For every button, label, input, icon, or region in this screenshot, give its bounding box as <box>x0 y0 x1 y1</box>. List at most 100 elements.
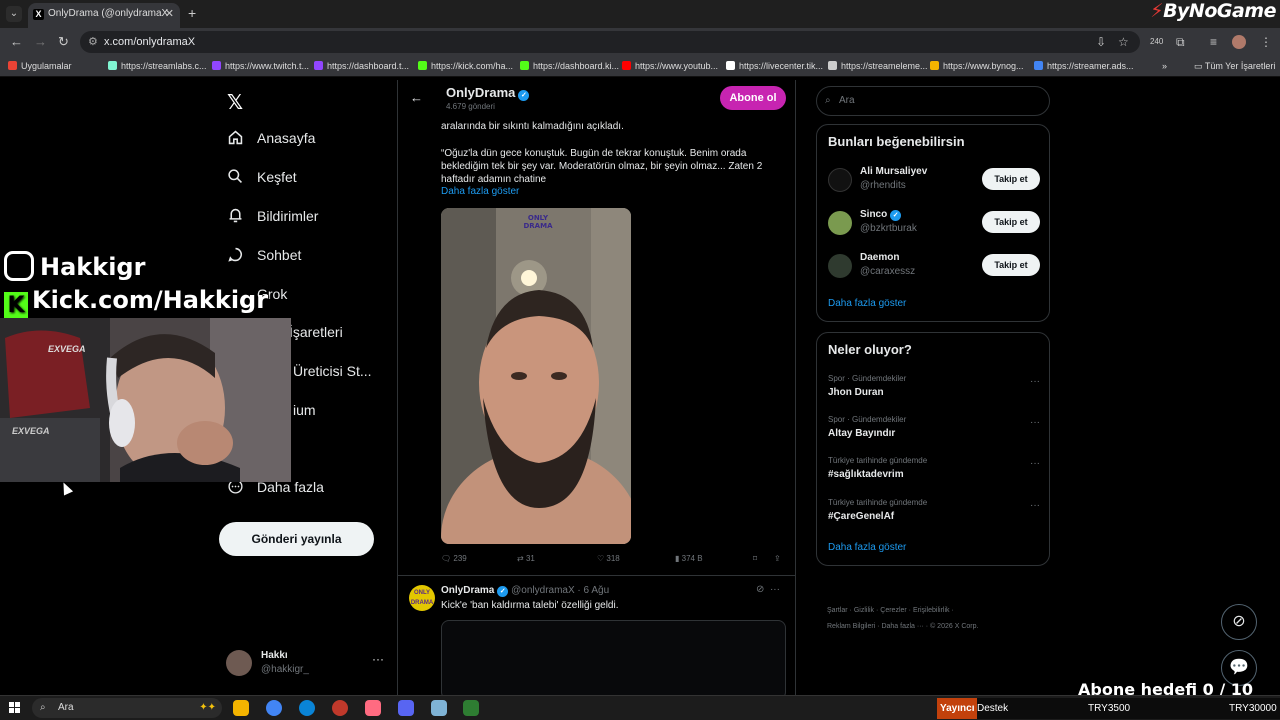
footer-links[interactable]: Şartlar · Gizlilik · Çerezler · Erişileb… <box>827 607 954 614</box>
panel-title: Bunları beğenebilirsin <box>828 134 965 149</box>
discord-icon[interactable] <box>398 700 414 716</box>
repost-count: 31 <box>525 554 535 563</box>
trend-item[interactable]: Türkiye tarihinde gündemde #sağlıktadevr… <box>828 456 1040 486</box>
show-more-link[interactable]: Daha fazla göster <box>828 542 906 553</box>
bookmark-item[interactable]: https://streameleme... <box>828 61 928 71</box>
file-explorer-icon[interactable] <box>233 700 249 716</box>
back-arrow-icon[interactable]: ← <box>10 34 23 49</box>
bookmark-star-icon[interactable]: ☆ <box>1118 35 1129 49</box>
show-more-link[interactable]: Daha fazla göster <box>828 298 906 309</box>
follow-button[interactable]: Takip et <box>982 254 1040 276</box>
extensions-puzzle-icon[interactable]: ⧉ <box>1176 35 1185 50</box>
nav-notifications[interactable]: Bildirimler <box>227 206 318 226</box>
bookmark-item[interactable]: https://streamer.ads... <box>1034 61 1134 71</box>
more-dots-icon[interactable]: ··· <box>1030 376 1040 387</box>
trend-item[interactable]: Türkiye tarihinde gündemde #ÇareGenelAf … <box>828 498 1040 528</box>
media-control-icon[interactable]: ≡ <box>1210 35 1217 49</box>
nav-home[interactable]: Anasayfa <box>227 128 315 148</box>
more-dots-icon[interactable]: ··· <box>372 652 384 666</box>
edge-icon[interactable] <box>299 700 315 716</box>
like-count: 318 <box>606 554 620 563</box>
share-icon[interactable]: ⇪ <box>774 554 781 563</box>
windows-start-icon[interactable] <box>9 702 21 714</box>
search-input[interactable]: ⌕ Ara <box>816 86 1050 116</box>
suggestion-item[interactable]: Ali Mursaliyev @rhendits Takip et <box>828 166 1040 196</box>
more-dots-icon[interactable]: ··· <box>1030 417 1040 428</box>
post-image[interactable]: ONLY DRAMA <box>441 208 631 544</box>
post-button[interactable]: Gönderi yayınla <box>219 522 374 556</box>
bookmark-item[interactable]: https://dashboard.ki... <box>520 61 619 71</box>
nav-premium[interactable]: ium <box>293 400 316 420</box>
suggestion-item[interactable]: Daemon @caraxessz Takip et <box>828 252 1040 282</box>
subscribe-button[interactable]: Abone ol <box>720 86 786 110</box>
reply-button[interactable]: 🗨 239 <box>441 554 467 563</box>
reload-icon[interactable]: ↻ <box>58 34 69 50</box>
browser-tab[interactable]: X OnlyDrama (@onlydramaX ✕ <box>28 3 180 28</box>
bookmarks-overflow-icon[interactable]: » <box>1162 61 1167 71</box>
grok-fab-icon[interactable]: ⊘ <box>1221 604 1257 640</box>
bookmark-item[interactable]: https://www.twitch.t... <box>212 61 309 71</box>
view-count: 374 B <box>681 554 703 563</box>
bookmark-item[interactable]: https://www.bynog... <box>930 61 1024 71</box>
app-icon-green[interactable] <box>463 700 479 716</box>
x-logo-icon[interactable]: 𝕏 <box>227 90 243 114</box>
tab-search-chevron-icon[interactable]: ⌄ <box>6 6 22 22</box>
post-author[interactable]: OnlyDrama ✓ @onlydramaX · 6 Ağu <box>441 585 609 597</box>
bookmark-item[interactable]: https://kick.com/ha... <box>418 61 513 71</box>
app-icon-settings[interactable] <box>431 700 447 716</box>
show-more-link[interactable]: Daha fazla göster <box>441 186 519 197</box>
bookmark-label: https://www.youtub... <box>635 61 719 71</box>
views-button[interactable]: ▮ 374 B <box>675 554 703 563</box>
repost-button[interactable]: ⇄ 31 <box>517 554 535 563</box>
forward-arrow-icon[interactable]: → <box>34 34 47 49</box>
bookmark-item[interactable]: Uygulamalar <box>8 61 72 71</box>
nav-creator-studio[interactable]: Üreticisi St... <box>293 361 372 381</box>
bynogame-logo: ⚡ByNoGame <box>1150 0 1276 22</box>
bookmark-item[interactable]: https://streamlabs.c... <box>108 61 207 71</box>
trend-context: Spor · Gündemdekiler <box>828 415 907 424</box>
profile-header: ← OnlyDrama ✓ 4.679 gönderi Abone ol <box>398 80 795 116</box>
bookmark-favicon-icon <box>1034 61 1043 70</box>
app-icon-pink[interactable] <box>365 700 381 716</box>
nav-bookmarks[interactable]: İşaretleri <box>289 322 343 342</box>
trend-name: #sağlıktadevrim <box>828 469 904 480</box>
ticker-title: Destek <box>977 703 1009 714</box>
all-bookmarks[interactable]: ▭ Tüm Yer İşaretleri <box>1194 61 1275 72</box>
trend-item[interactable]: Spor · Gündemdekiler Jhon Duran ··· <box>828 374 1040 404</box>
trend-item[interactable]: Spor · Gündemdekiler Altay Bayındır ··· <box>828 415 1040 445</box>
close-tab-icon[interactable]: ✕ <box>165 3 174 25</box>
more-dots-icon[interactable]: ··· <box>1030 458 1040 469</box>
avatar[interactable]: ONLY DRAMA <box>409 585 435 611</box>
follow-button[interactable]: Takip et <box>982 211 1040 233</box>
bookmark-icon[interactable]: ⌑ <box>753 554 757 563</box>
bookmark-item[interactable]: https://dashboard.t... <box>314 61 409 71</box>
more-dots-icon[interactable]: ··· <box>770 584 780 595</box>
more-dots-icon[interactable]: ··· <box>1030 500 1040 511</box>
suggestion-item[interactable]: Sinco ✓ @bzkrtburak Takip et <box>828 209 1040 239</box>
bookmark-item[interactable]: https://livecenter.tik... <box>726 61 823 71</box>
chrome-icon[interactable] <box>266 700 282 716</box>
profile-avatar[interactable] <box>1232 35 1246 49</box>
like-button[interactable]: ♡ 318 <box>597 554 620 563</box>
bookmark-item[interactable]: https://www.youtub... <box>622 61 718 71</box>
post-media[interactable] <box>441 620 786 695</box>
taskbar-search[interactable]: ⌕ Ara ✦✦ <box>32 698 222 718</box>
nav-chat[interactable]: Sohbet <box>227 245 301 265</box>
bell-icon <box>229 208 242 223</box>
site-info-icon[interactable]: ⚙ <box>88 31 98 53</box>
menu-kebab-icon[interactable]: ⋮ <box>1260 35 1272 49</box>
extension-badge[interactable]: 240 <box>1150 37 1163 46</box>
footer-links-2[interactable]: Reklam Bilgileri · Daha fazla ··· · © 20… <box>827 623 978 630</box>
account-switcher[interactable]: Hakkı @hakkigr_ ··· <box>226 648 391 680</box>
url-text: x.com/onlydramaX <box>104 36 196 48</box>
follow-button[interactable]: Takip et <box>982 168 1040 190</box>
nav-explore[interactable]: Keşfet <box>227 167 297 187</box>
bookmark-label: https://livecenter.tik... <box>739 61 824 71</box>
address-bar[interactable]: ⚙ x.com/onlydramaX <box>80 31 1140 53</box>
install-app-icon[interactable]: ⇩ <box>1096 35 1106 49</box>
grok-icon[interactable]: ⊘ <box>756 584 764 595</box>
new-tab-icon[interactable]: + <box>188 5 196 21</box>
back-arrow-icon[interactable]: ← <box>410 90 423 105</box>
instagram-icon <box>4 251 34 281</box>
app-icon-record[interactable] <box>332 700 348 716</box>
